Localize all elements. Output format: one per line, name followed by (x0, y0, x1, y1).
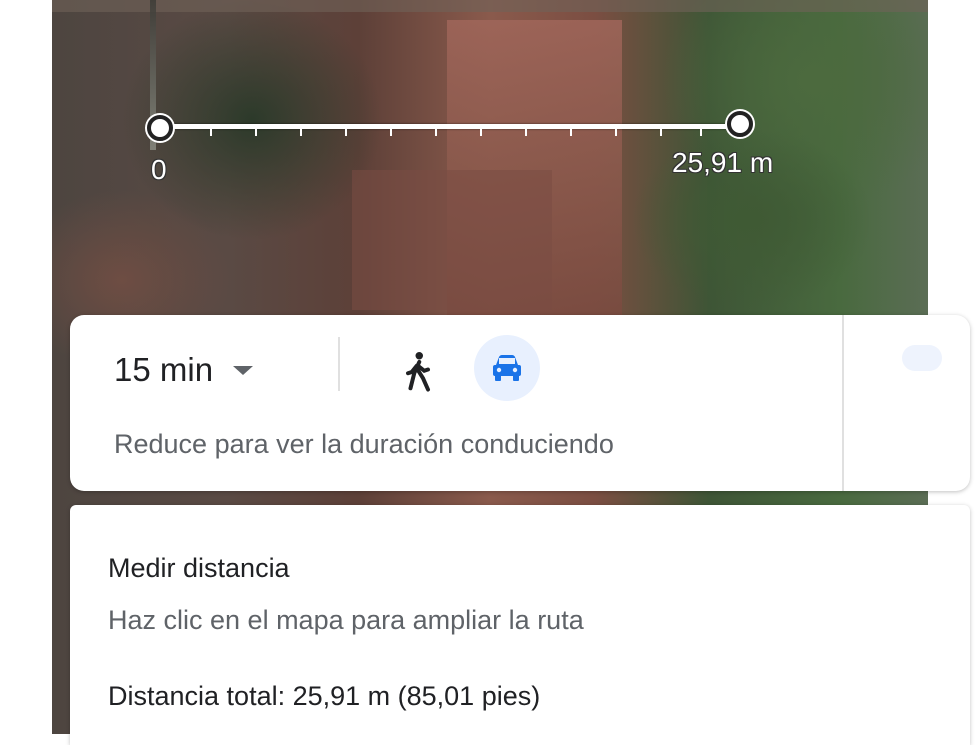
duration-hint: Reduce para ver la duración conduciendo (114, 429, 614, 459)
measure-distance-card: Medir distancia Haz clic en el mapa para… (70, 505, 970, 745)
measure-tick (570, 128, 572, 136)
divider (338, 337, 340, 391)
measure-tick (345, 128, 347, 136)
measure-line[interactable] (160, 124, 740, 129)
drive-mode-button[interactable] (474, 335, 540, 401)
map-roof-secondary (352, 170, 552, 310)
divider (842, 315, 844, 491)
measure-tick (255, 128, 257, 136)
measure-start-point[interactable] (147, 115, 173, 141)
measure-end-point[interactable] (727, 111, 753, 137)
measure-tick (660, 128, 662, 136)
page-edge (928, 0, 979, 315)
walk-icon[interactable] (403, 350, 433, 394)
measure-tick (390, 128, 392, 136)
measure-title: Medir distancia (108, 553, 290, 583)
measure-end-label: 25,91 m (672, 147, 774, 178)
measure-tick (435, 128, 437, 136)
measure-tick (700, 128, 702, 136)
measure-tick (480, 128, 482, 136)
partial-chip[interactable] (902, 345, 942, 371)
measure-tick (300, 128, 302, 136)
directions-card: 15 min Reduce para ver la duración condu… (70, 315, 970, 491)
duration-value: 15 min (114, 351, 214, 388)
duration-dropdown[interactable]: 15 min (114, 351, 254, 389)
measure-instructions: Haz clic en el mapa para ampliar la ruta (108, 605, 584, 635)
map-road-strip (52, 0, 928, 12)
measure-start-label: 0 (151, 154, 167, 185)
measure-tick (210, 128, 212, 136)
measure-tick (525, 128, 527, 136)
car-icon (493, 355, 521, 381)
total-distance: Distancia total: 25,91 m (85,01 pies) (108, 681, 541, 711)
chevron-down-icon (233, 365, 254, 375)
measure-tick (615, 128, 617, 136)
